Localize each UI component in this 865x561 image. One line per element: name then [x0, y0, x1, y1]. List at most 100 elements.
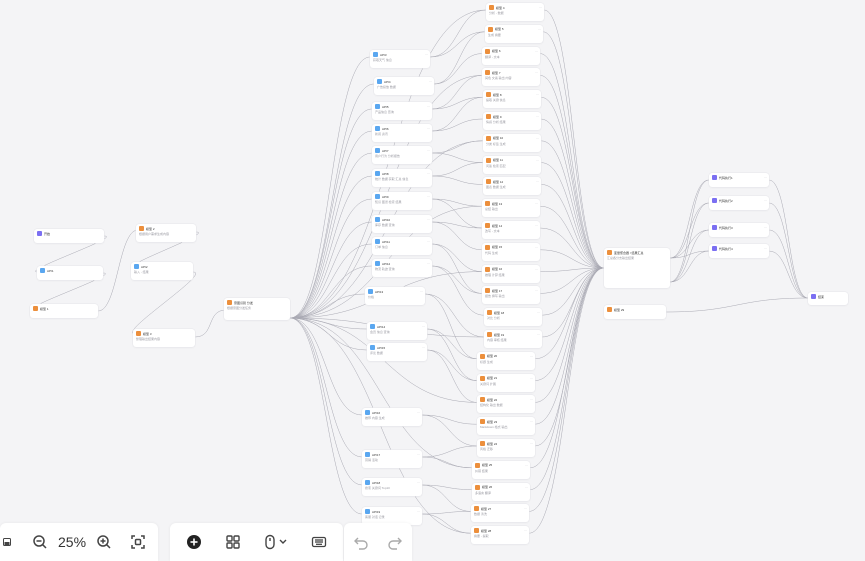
zoom-in-icon[interactable] — [90, 528, 118, 556]
node-menu-icon[interactable]: ⋯ — [538, 27, 541, 31]
node-menu-icon[interactable]: ⋯ — [530, 397, 533, 401]
node-aggregator[interactable]: 变量聚合器 / 结果汇总 汇总各分支输出结果 — [604, 248, 670, 288]
llm-node[interactable]: 模型 5 ⋯ 生成 摘要 — [485, 24, 543, 43]
redo-icon[interactable] — [381, 528, 409, 556]
node-llm-end[interactable]: 模型 29 — [604, 305, 666, 319]
llm-node[interactable]: 模型 16 ⋯ 推理 计算 结果 — [482, 264, 540, 283]
llm-node[interactable]: 模型 8 ⋯ 提取 关键 信息 — [483, 90, 541, 109]
code-node[interactable]: 代码执行1 ⋯ — [709, 173, 769, 187]
node-menu-icon[interactable]: ⋯ — [535, 288, 538, 292]
node-menu-icon[interactable]: ⋯ — [764, 225, 767, 229]
node-menu-icon[interactable]: ⋯ — [764, 246, 767, 250]
node-menu-icon[interactable]: ⋯ — [417, 410, 420, 414]
node-menu-icon[interactable]: ⋯ — [536, 179, 539, 183]
node-menu-icon[interactable]: ⋯ — [525, 463, 528, 467]
llm-node[interactable]: 模型 20 ⋯ 标题 生成 — [477, 351, 535, 370]
llm-node[interactable]: 模型 18 ⋯ 对比 分析 — [484, 308, 542, 327]
api-node[interactable]: API18 ⋯ 搜索 关键词 Top10 — [362, 478, 422, 496]
llm-node[interactable]: 模型 21 ⋯ 关键词 扩展 — [477, 373, 535, 392]
llm-node[interactable]: 模型 14 ⋯ 改写 - 文本 — [482, 221, 540, 239]
node-menu-icon[interactable]: ⋯ — [417, 509, 420, 513]
node-api2[interactable]: API2 输入 - 结果 — [131, 262, 193, 280]
node-llm2[interactable]: 模型 2 根据用户需求生成内容 — [136, 224, 196, 242]
node-menu-icon[interactable]: ⋯ — [427, 148, 430, 152]
pointer-mode-icon[interactable] — [258, 528, 294, 556]
api-node[interactable]: API14 ⋯ 会员 信息 查询 — [367, 322, 427, 340]
node-menu-icon[interactable]: ⋯ — [427, 261, 430, 265]
llm-node[interactable]: 模型 26 ⋯ 多语言 翻译 — [472, 482, 530, 501]
llm-node[interactable]: 模型 15 ⋯ 代码 生成 — [482, 242, 540, 261]
node-end[interactable]: 结束 — [808, 292, 848, 305]
node-menu-icon[interactable]: ⋯ — [427, 171, 430, 175]
api-node[interactable]: API3 ⋯ 获取天气 信息 — [370, 50, 430, 68]
api-node[interactable]: API4 ⋯ 广告投放 数据 — [374, 77, 434, 95]
api-node[interactable]: API5 ⋯ 产品信息 查询 — [372, 102, 432, 120]
api-node[interactable]: API16 ⋯ 推荐 内容 生成 — [362, 408, 422, 426]
llm-node[interactable]: 模型 12 ⋯ 图表 数据 生成 — [483, 177, 541, 196]
node-hub[interactable]: 意图识别 分发 根据意图分发任务 — [224, 298, 290, 320]
node-menu-icon[interactable]: ⋯ — [427, 217, 430, 221]
node-menu-icon[interactable]: ⋯ — [536, 92, 539, 96]
node-menu-icon[interactable]: ⋯ — [422, 324, 425, 328]
minimap-icon[interactable] — [0, 528, 14, 556]
api-node[interactable]: API7 ⋯ 用户行为 分析报告 — [372, 146, 432, 164]
node-menu-icon[interactable]: ⋯ — [536, 114, 539, 118]
llm-node[interactable]: 模型 27 ⋯ 数据 清洗 — [471, 504, 529, 523]
node-menu-icon[interactable]: ⋯ — [427, 194, 430, 198]
node-menu-icon[interactable]: ⋯ — [524, 528, 527, 532]
llm-node[interactable]: 模型 25 ⋯ 纠错 结果 — [472, 460, 530, 479]
node-menu-icon[interactable]: ⋯ — [535, 201, 538, 205]
llm-node[interactable]: 模型 7 ⋯ 润色 文案 输出 内容 — [482, 68, 540, 87]
node-menu-icon[interactable]: ⋯ — [427, 239, 430, 243]
node-menu-icon[interactable]: ⋯ — [539, 5, 542, 9]
node-menu-icon[interactable]: ⋯ — [525, 485, 528, 489]
add-node-icon[interactable] — [180, 528, 208, 556]
node-menu-icon[interactable]: ⋯ — [536, 158, 539, 162]
node-menu-icon[interactable]: ⋯ — [537, 332, 540, 336]
api-node[interactable]: API17 ⋯ 营销 活动 — [362, 450, 422, 468]
llm-node[interactable]: 模型 6 ⋯ 翻译 - 文本 — [482, 46, 540, 65]
llm-node[interactable]: 模型 19 ⋯ 内容 审核 结果 — [484, 330, 542, 348]
layout-grid-icon[interactable] — [219, 528, 247, 556]
node-menu-icon[interactable]: ⋯ — [535, 245, 538, 249]
node-menu-icon[interactable]: ⋯ — [535, 223, 538, 227]
node-menu-icon[interactable]: ⋯ — [427, 104, 430, 108]
fit-view-icon[interactable] — [124, 528, 152, 556]
node-menu-icon[interactable]: ⋯ — [417, 452, 420, 456]
node-menu-icon[interactable]: ⋯ — [530, 376, 533, 380]
node-menu-icon[interactable]: ⋯ — [536, 136, 539, 140]
node-menu-icon[interactable]: ⋯ — [535, 70, 538, 74]
node-menu-icon[interactable]: ⋯ — [535, 267, 538, 271]
keyboard-icon[interactable] — [305, 528, 333, 556]
llm-node[interactable]: 模型 10 ⋯ 分类 标签 生成 — [483, 133, 541, 152]
workflow-canvas[interactable]: 开始 API1 模型 1 模型 2 根据用户需求生成内容 API2 输入 - 结… — [0, 0, 865, 561]
llm-node[interactable]: 模型 22 ⋯ 结构化 输出 数据 — [477, 395, 535, 414]
llm-node[interactable]: 模型 11 ⋯ 问答 检索 匹配 — [483, 155, 541, 174]
node-menu-icon[interactable]: ⋯ — [429, 79, 432, 83]
api-node[interactable]: API9 ⋯ 知识 图谱 检索 结果 — [372, 192, 432, 210]
node-menu-icon[interactable]: ⋯ — [524, 506, 527, 510]
node-menu-icon[interactable]: ⋯ — [420, 289, 423, 293]
undo-icon[interactable] — [347, 528, 375, 556]
api-node[interactable]: API6 ⋯ 新闻 资讯 — [372, 124, 432, 142]
zoom-out-icon[interactable] — [26, 528, 54, 556]
llm-node[interactable]: 模型 23 ⋯ Markdown 格式 输出 — [477, 417, 535, 436]
node-menu-icon[interactable]: ⋯ — [764, 198, 767, 202]
node-menu-icon[interactable]: ⋯ — [764, 175, 767, 179]
api-node[interactable]: API15 ⋯ 评论 数据 — [367, 343, 427, 361]
llm-node[interactable]: 模型 9 ⋯ 情感 分析 结果 — [483, 112, 541, 130]
node-menu-icon[interactable]: ⋯ — [537, 310, 540, 314]
node-menu-icon[interactable]: ⋯ — [530, 354, 533, 358]
api-node[interactable]: API11 ⋯ 订单 信息 — [372, 237, 432, 255]
code-node[interactable]: 代码执行4 ⋯ — [709, 244, 769, 258]
node-menu-icon[interactable]: ⋯ — [427, 126, 430, 130]
node-llm3[interactable]: 模型 3 整理输出结果内容 — [133, 329, 195, 347]
node-start[interactable]: 开始 — [34, 229, 104, 243]
code-node[interactable]: 代码执行2 ⋯ — [709, 196, 769, 210]
llm-node[interactable]: 模型 28 ⋯ 摘要 - 提取 — [471, 526, 529, 545]
api-node[interactable]: API13 ⋯ 价格 — [365, 287, 425, 305]
node-menu-icon[interactable]: ⋯ — [417, 480, 420, 484]
api-node[interactable]: API12 ⋯ 物流 轨迹 查询 — [372, 259, 432, 277]
llm-node[interactable]: 模型 17 ⋯ 报告 撰写 输出 — [482, 286, 540, 305]
api-node[interactable]: API10 ⋯ 库存 数据 查询 — [372, 215, 432, 233]
